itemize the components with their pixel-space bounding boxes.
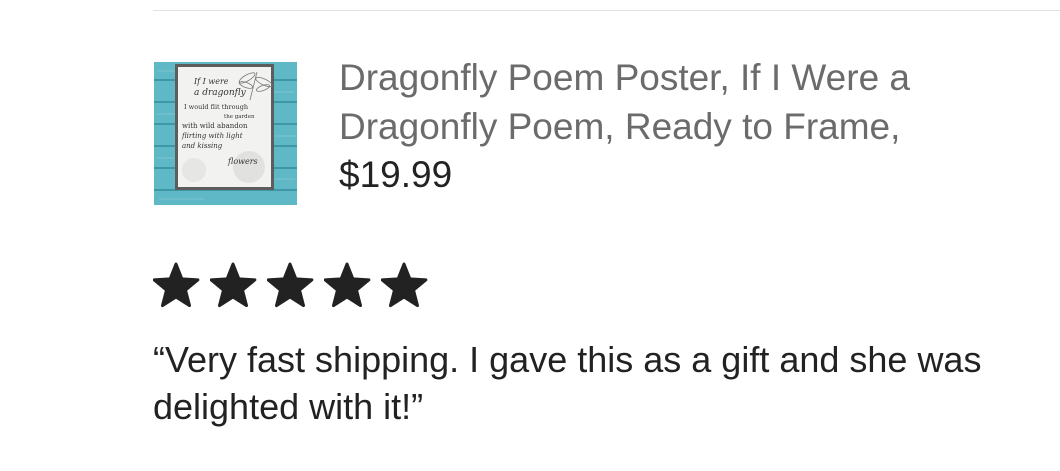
poem-line-5: with wild abandon (182, 122, 248, 130)
floral-shade-1 (233, 151, 265, 183)
poem-line-3: I would flit through (184, 103, 248, 111)
listing-title[interactable]: Dragonfly Poem Poster, If I Were a Drago… (339, 53, 1039, 151)
product-thumbnail[interactable]: If I were a dragonfly I would flit throu… (154, 62, 297, 205)
floral-shade-2 (182, 158, 206, 182)
poem-line-7: and kissing (182, 142, 223, 150)
star-icon (153, 262, 200, 308)
star-icon (381, 262, 428, 308)
poem-line-6: flirting with light (181, 132, 243, 140)
poem-line-1: If I were (193, 77, 229, 86)
star-icon (324, 262, 371, 308)
poem-line-4: the garden (224, 114, 255, 120)
top-divider (153, 10, 1060, 11)
star-rating (153, 261, 438, 311)
star-icon (267, 262, 314, 308)
poem-line-2: a dragonfly (194, 88, 247, 98)
review-text: “Very fast shipping. I gave this as a gi… (153, 339, 982, 427)
star-icon (210, 262, 257, 308)
listing-price: $19.99 (339, 154, 453, 195)
poem-line-8: flowers (227, 157, 258, 166)
